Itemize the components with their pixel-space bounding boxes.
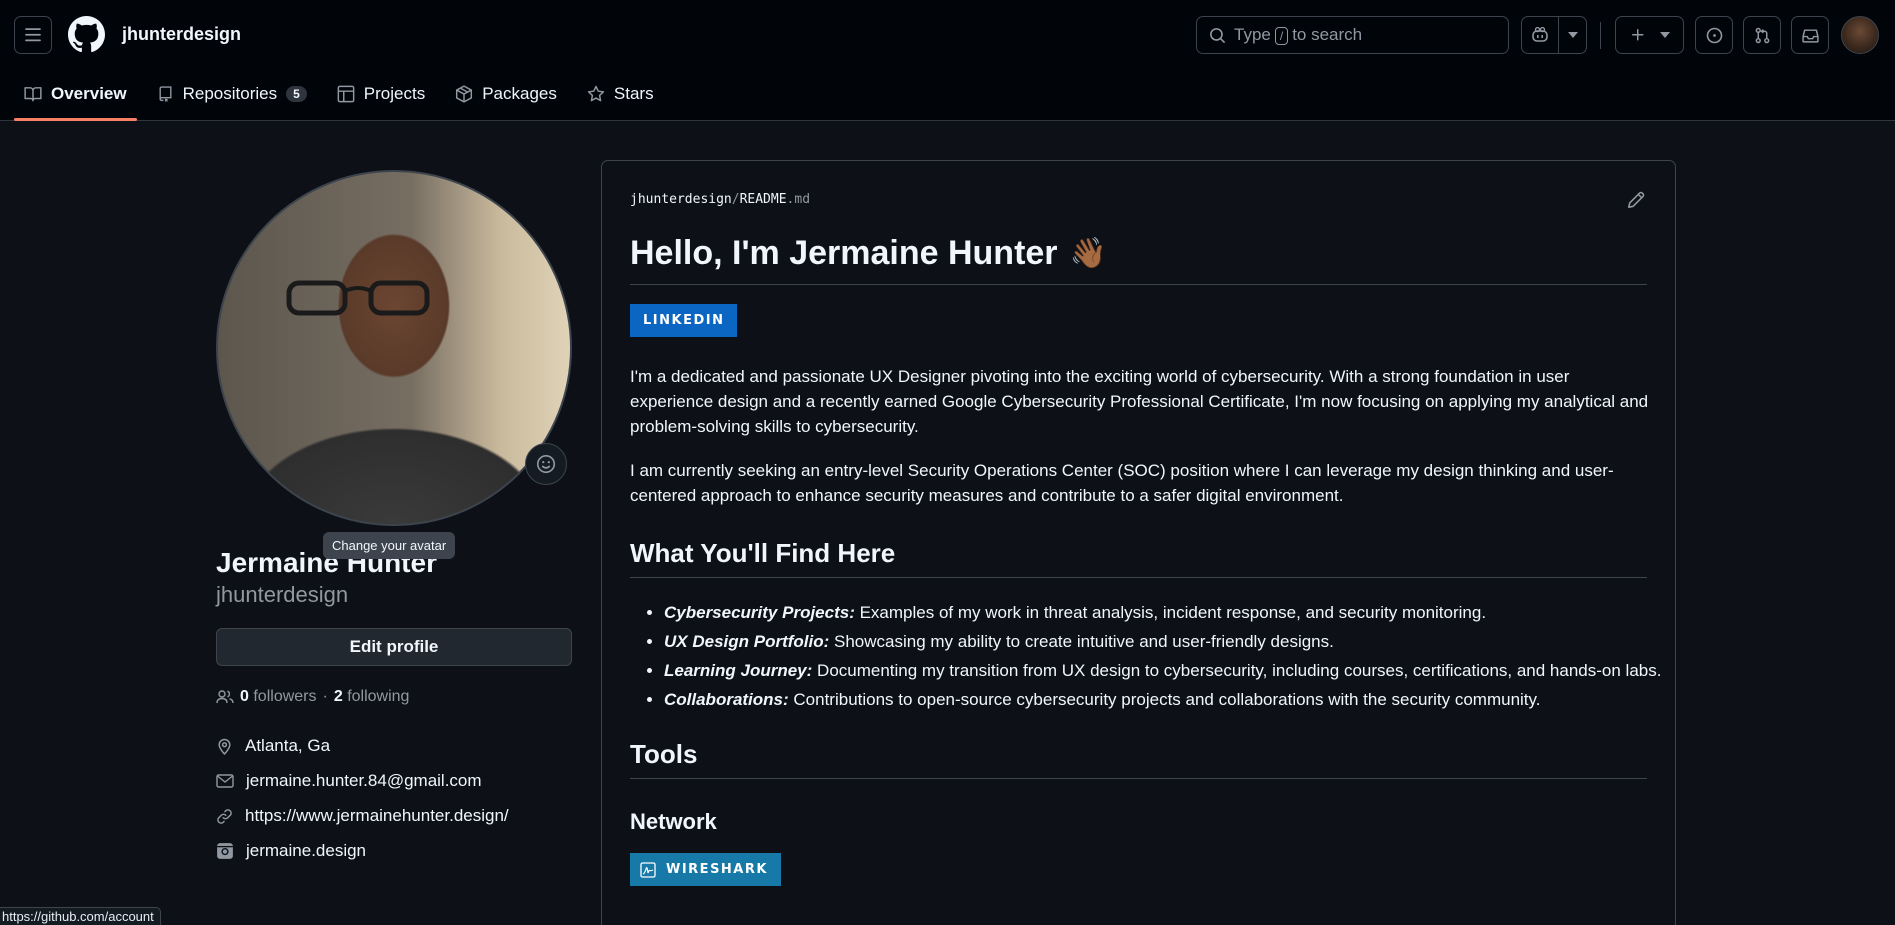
email-item: jermaine.hunter.84@gmail.com [216,771,482,791]
package-icon [456,85,473,103]
instagram-item: jermaine.design [216,841,366,861]
create-new-button[interactable] [1615,16,1684,54]
section-heading-tools: Tools [630,739,698,769]
tab-packages[interactable]: Packages [445,80,567,108]
plus-icon [1631,29,1643,41]
tools-divider [630,778,1647,779]
location-item: Atlanta, Ga [216,736,330,756]
website-item: https://www.jermainehunter.design/ [216,806,509,826]
copilot-button[interactable] [1521,16,1559,54]
slash-key: / [1274,27,1289,45]
readme-title-text: Hello, I'm Jermaine Hunter [630,234,1058,272]
pull-requests-button[interactable] [1743,16,1781,54]
following-link[interactable]: 2 following [334,688,410,706]
triangle-down-icon [1567,32,1578,38]
wireshark-icon [640,861,656,878]
instagram-link[interactable]: jermaine.design [246,841,366,861]
tab-projects[interactable]: Projects [327,80,435,108]
intro-paragraph: I'm a dedicated and passionate UX Design… [630,367,1649,436]
app-header: jhunterdesign Type / to search Overview Re… [0,0,1895,121]
copilot-dropdown-button[interactable] [1558,16,1587,54]
path-separator: / [731,192,740,207]
people-icon [216,690,234,704]
path-owner-link[interactable]: jhunterdesign [630,192,732,207]
smiley-icon [536,454,556,474]
readme-path: jhunterdesign/README.md [630,192,810,207]
header-divider [1600,22,1601,49]
list-item: Cybersecurity Projects: Examples of my w… [664,598,1664,627]
link-icon [217,808,232,824]
location-icon [218,738,231,755]
edit-profile-button[interactable]: Edit profile [216,628,572,666]
tab-label: Repositories [182,84,278,103]
location-text: Atlanta, Ga [245,736,331,755]
section-heading-find-here: What You'll Find Here [630,538,896,568]
inbox-icon [1801,28,1819,43]
tab-label: Packages [482,84,557,103]
git-pull-request-icon [1755,27,1769,43]
readme-title: Hello, I'm Jermaine Hunter 👋🏾 [630,234,1107,273]
goal-paragraph: I am currently seeking an entry-level Se… [630,461,1614,505]
tab-label: Projects [363,84,426,103]
profile-login: jhunterdesign [216,582,349,607]
tab-label: Overview [51,84,127,103]
avatar-tooltip: Change your avatar [323,532,456,559]
inbox-button[interactable] [1791,16,1829,54]
profile-tabs: Overview Repositories 5 Projects Package… [14,80,674,121]
table-icon [337,85,355,103]
followers-link[interactable]: 0 followers [240,688,317,706]
book-icon [24,87,42,102]
copilot-icon [1532,27,1548,42]
search-icon [1210,27,1225,43]
tab-stars[interactable]: Stars [577,80,664,108]
profile-avatar[interactable] [216,170,572,526]
user-avatar-button[interactable] [1841,16,1879,54]
glasses-graphic [286,280,430,316]
mail-icon [216,774,234,788]
list-item: Collaborations: Contributions to open-so… [664,685,1664,714]
menu-button[interactable] [14,16,52,54]
list-item: Learning Journey: Documenting my transit… [664,656,1664,685]
context-username[interactable]: jhunterdesign [122,24,241,45]
repo-count-badge: 5 [286,86,307,102]
linkedin-badge[interactable]: LINKEDIN [630,304,738,337]
link-status-bar: https://github.com/account [0,907,161,925]
set-status-button[interactable] [525,443,567,485]
badge-label: WIRESHARK [666,862,768,877]
issues-button[interactable] [1695,16,1733,54]
badge-label: LINKEDIN [643,313,725,328]
dot-separator: · [322,688,328,705]
triangle-down-icon [1659,32,1670,38]
wireshark-badge[interactable]: WIRESHARK [630,853,781,886]
subsection-heading-network: Network [630,809,717,834]
waving-hand-emoji: 👋🏾 [1069,237,1107,270]
search-input[interactable]: Type / to search [1196,16,1509,54]
pencil-icon[interactable] [1627,191,1645,209]
email-link[interactable]: jermaine.hunter.84@gmail.com [246,771,482,791]
github-logo-icon[interactable] [68,16,105,53]
hamburger-icon [25,28,41,42]
section-divider [630,577,1647,578]
title-divider [630,284,1647,285]
path-file-link[interactable]: README.md [740,192,810,207]
website-link[interactable]: https://www.jermainehunter.design/ [245,806,509,826]
tab-overview[interactable]: Overview [14,80,137,121]
tab-repositories[interactable]: Repositories 5 [147,80,317,108]
repo-icon [159,86,172,102]
issue-opened-icon [1706,27,1722,43]
instagram-icon [217,843,233,859]
search-placeholder: Type / to search [1234,25,1363,45]
findings-list: Cybersecurity Projects: Examples of my w… [664,598,1664,714]
list-item: UX Design Portfolio: Showcasing my abili… [664,627,1664,656]
star-icon [587,85,605,102]
follow-stats: 0 followers · 2 following [216,688,409,706]
tab-label: Stars [613,84,654,103]
